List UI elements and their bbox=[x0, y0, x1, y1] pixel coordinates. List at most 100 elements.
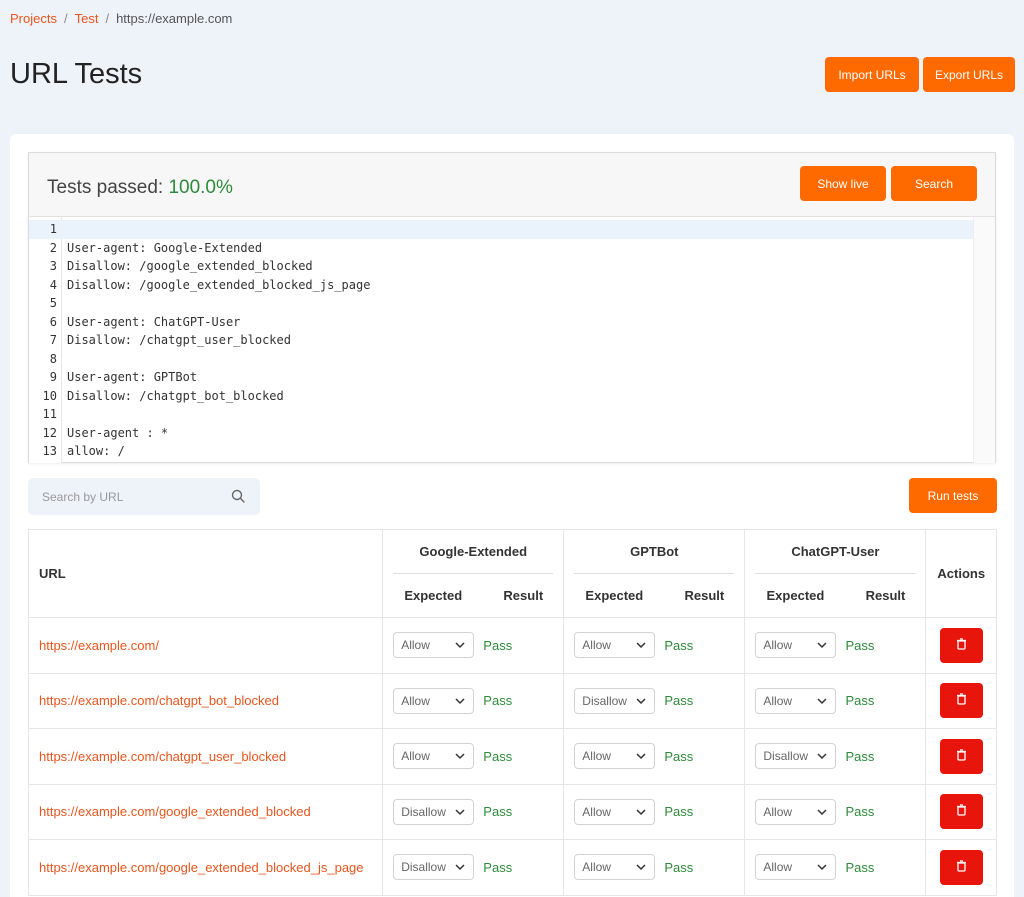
line-text: Disallow: /google_extended_blocked_js_pa… bbox=[67, 277, 371, 292]
result-cell: Pass bbox=[845, 728, 927, 785]
line-number: 9 bbox=[49, 370, 57, 384]
code-line[interactable]: 10 Disallow: /chatgpt_bot_blocked bbox=[29, 387, 973, 406]
expected-cell: Allow bbox=[382, 617, 484, 674]
actions-cell bbox=[925, 839, 997, 896]
expected-cell: Disallow bbox=[563, 672, 665, 729]
expected-cell: Allow bbox=[744, 617, 846, 674]
actions-column-header: Actions bbox=[925, 529, 997, 618]
expected-value: Allow bbox=[763, 804, 793, 819]
delete-button[interactable] bbox=[939, 849, 983, 885]
run-tests-button[interactable]: Run tests bbox=[909, 478, 997, 513]
url-cell: https://example.com/ bbox=[27, 617, 384, 674]
expected-select[interactable]: Allow bbox=[574, 632, 656, 659]
import-urls-button[interactable]: Import URLs bbox=[825, 57, 919, 92]
breadcrumb-current: https://example.com bbox=[116, 11, 233, 26]
robots-editor-panel: Tests passed: 100.0% Show live Search 12… bbox=[28, 152, 996, 463]
search-input[interactable] bbox=[28, 478, 260, 515]
expected-select[interactable]: Disallow bbox=[393, 854, 475, 881]
expected-select[interactable]: Disallow bbox=[574, 687, 656, 714]
url-column-header: URL bbox=[27, 529, 384, 618]
line-text: User-agent : * bbox=[67, 425, 169, 440]
expected-cell: Allow bbox=[563, 728, 665, 785]
result-header: Result bbox=[845, 573, 927, 618]
export-urls-button[interactable]: Export URLs bbox=[923, 57, 1015, 92]
code-line[interactable]: 2 User-agent: Google-Extended bbox=[29, 239, 973, 258]
table-row: https://example.com/chatgpt_user_blocked… bbox=[27, 728, 997, 785]
expected-header: Expected bbox=[563, 573, 665, 618]
line-number: 4 bbox=[49, 277, 57, 292]
expected-cell: Allow bbox=[563, 617, 665, 674]
trash-icon bbox=[956, 804, 967, 819]
url-cell: https://example.com/chatgpt_user_blocked bbox=[27, 728, 384, 785]
code-line[interactable]: 5 bbox=[29, 294, 973, 313]
expected-select[interactable]: Allow bbox=[755, 687, 837, 714]
table-row: https://example.com/chatgpt_bot_blocked A… bbox=[27, 672, 997, 729]
breadcrumb-separator: / bbox=[105, 11, 110, 26]
expected-select[interactable]: Allow bbox=[393, 687, 475, 714]
expected-select[interactable]: Allow bbox=[574, 854, 656, 881]
editor-scrollbar[interactable] bbox=[973, 217, 995, 463]
search-icon[interactable] bbox=[231, 489, 245, 503]
delete-button[interactable] bbox=[939, 794, 983, 830]
line-number: 3 bbox=[49, 259, 57, 273]
expected-cell: Disallow bbox=[744, 728, 846, 785]
code-line[interactable]: 7 Disallow: /chatgpt_user_blocked bbox=[29, 331, 973, 350]
url-link[interactable]: https://example.com/google_extended_bloc… bbox=[39, 860, 364, 875]
line-number: 11 bbox=[42, 407, 57, 421]
expected-select[interactable]: Allow bbox=[574, 798, 656, 825]
expected-value: Disallow bbox=[763, 749, 809, 764]
code-line[interactable]: 8 bbox=[29, 350, 973, 369]
code-line[interactable]: 12 User-agent : * bbox=[29, 424, 973, 443]
actions-cell bbox=[925, 617, 997, 674]
line-number: 1 bbox=[49, 222, 57, 236]
expected-select[interactable]: Allow bbox=[393, 632, 475, 659]
expected-cell: Allow bbox=[563, 783, 665, 840]
breadcrumb: Projects / Test / https://example.com bbox=[10, 11, 232, 26]
expected-select[interactable]: Disallow bbox=[393, 798, 475, 825]
breadcrumb-projects[interactable]: Projects bbox=[10, 11, 57, 26]
code-line[interactable]: 4 Disallow: /google_extended_blocked_js_p… bbox=[29, 276, 973, 295]
result-cell: Pass bbox=[483, 783, 565, 840]
expected-select[interactable]: Disallow bbox=[755, 743, 837, 770]
line-number: 7 bbox=[49, 333, 57, 347]
expected-cell: Allow bbox=[744, 783, 846, 840]
group-header-gptbot: GPTBot bbox=[563, 529, 746, 574]
code-line[interactable]: 13 allow: / bbox=[29, 442, 973, 461]
expected-cell: Disallow bbox=[382, 783, 484, 840]
search-box bbox=[28, 478, 260, 515]
delete-button[interactable] bbox=[939, 683, 983, 719]
code-editor[interactable]: 1 2 User-agent: Google-Extended 3 Disallow: … bbox=[29, 217, 995, 463]
result-cell: Pass bbox=[664, 672, 746, 729]
trash-icon bbox=[956, 693, 967, 708]
expected-select[interactable]: Allow bbox=[574, 743, 656, 770]
url-link[interactable]: https://example.com/chatgpt_user_blocked bbox=[39, 749, 286, 764]
search-button[interactable]: Search bbox=[891, 166, 977, 201]
actions-cell bbox=[925, 783, 997, 840]
editor-header: Tests passed: 100.0% Show live Search bbox=[29, 153, 995, 217]
expected-select[interactable]: Allow bbox=[755, 854, 837, 881]
expected-select[interactable]: Allow bbox=[393, 743, 475, 770]
code-line[interactable]: 9 User-agent: GPTBot bbox=[29, 368, 973, 387]
url-tests-table: URL Google-Extended GPTBot ChatGPT-User … bbox=[27, 529, 997, 896]
expected-select[interactable]: Allow bbox=[755, 632, 837, 659]
line-number: 12 bbox=[42, 425, 57, 440]
result-header: Result bbox=[664, 573, 746, 618]
url-link[interactable]: https://example.com/chatgpt_bot_blocked bbox=[39, 693, 279, 708]
url-link[interactable]: https://example.com/ bbox=[39, 638, 159, 653]
code-line[interactable]: 11 bbox=[29, 405, 973, 424]
expected-select[interactable]: Allow bbox=[755, 798, 837, 825]
trash-icon bbox=[956, 749, 967, 764]
delete-button[interactable] bbox=[939, 627, 983, 663]
code-line[interactable]: 3 Disallow: /google_extended_blocked bbox=[29, 257, 973, 276]
delete-button[interactable] bbox=[939, 738, 983, 774]
result-cell: Pass bbox=[845, 783, 927, 840]
url-link[interactable]: https://example.com/google_extended_bloc… bbox=[39, 804, 311, 819]
group-header-google-extended: Google-Extended bbox=[382, 529, 565, 574]
table-row: https://example.com/google_extended_bloc… bbox=[27, 839, 997, 896]
breadcrumb-test[interactable]: Test bbox=[75, 11, 99, 26]
expected-value: Disallow bbox=[401, 804, 446, 819]
code-line[interactable]: 6 User-agent: ChatGPT-User bbox=[29, 313, 973, 332]
code-line[interactable]: 1 bbox=[29, 220, 973, 239]
show-live-button[interactable]: Show live bbox=[800, 166, 886, 201]
result-cell: Pass bbox=[845, 672, 927, 729]
